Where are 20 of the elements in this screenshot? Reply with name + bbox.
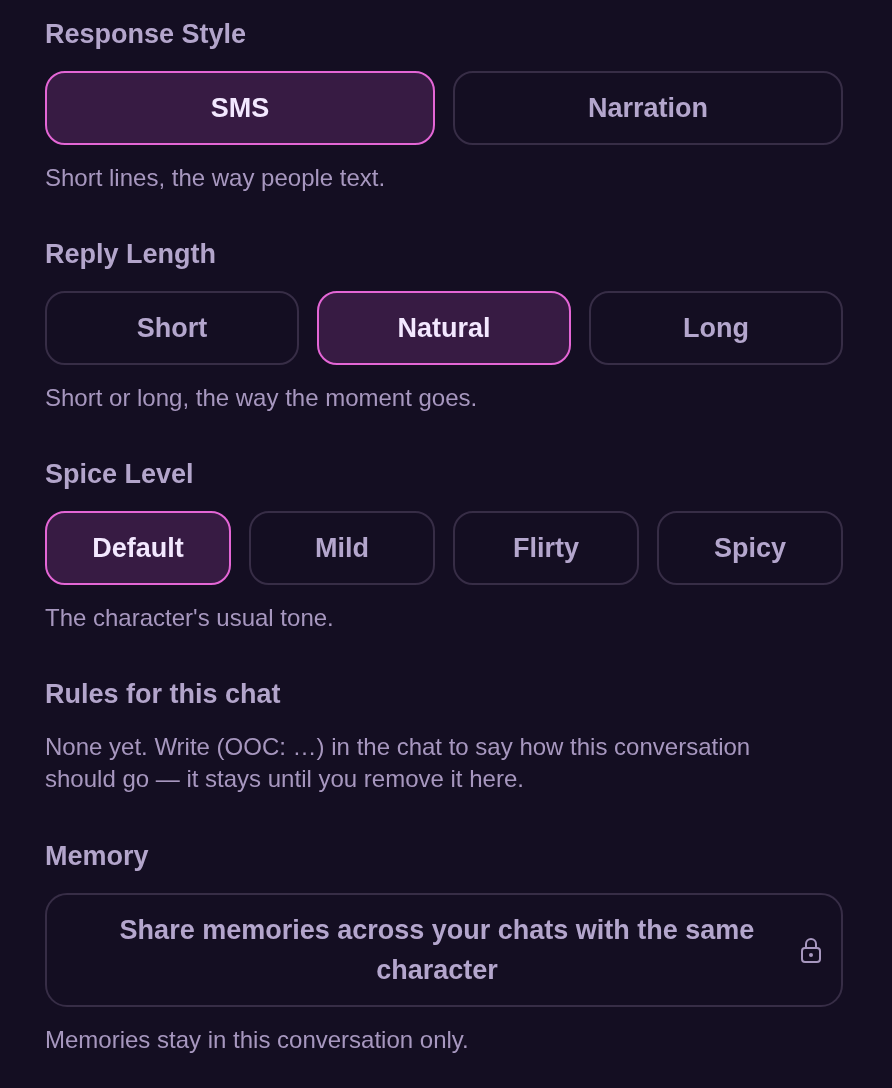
option-button[interactable]: Spicy (657, 511, 843, 585)
section-heading: Spice Level (45, 458, 195, 491)
hint-text: Short lines, the way people text. (45, 163, 387, 193)
section-heading: Response Style (45, 18, 248, 51)
option-button[interactable]: SMS (45, 71, 435, 145)
option-button[interactable]: Mild (249, 511, 435, 585)
option-button[interactable]: Short (45, 291, 299, 365)
section-heading: Rules for this chat (45, 678, 282, 711)
option-button[interactable]: Long (589, 291, 843, 365)
rules-text: None yet. Write (OOC: …) in the chat to say how this conversation should go — it stays until you remove it here. (45, 732, 752, 794)
hint-text: The character's usual tone. (45, 603, 335, 633)
section-heading: Reply Length (45, 238, 217, 271)
hint-text: Memories stay in this conversation only. (45, 1025, 470, 1055)
option-button[interactable]: Natural (317, 291, 571, 365)
option-button[interactable]: Default (45, 511, 231, 585)
section-heading: Memory (45, 840, 150, 873)
memory-toggle-button[interactable]: Share memories across your chats with the same character (45, 893, 843, 1007)
hint-text: Short or long, the way the moment goes. (45, 383, 479, 413)
option-button[interactable]: Flirty (453, 511, 639, 585)
option-button[interactable]: Narration (453, 71, 843, 145)
